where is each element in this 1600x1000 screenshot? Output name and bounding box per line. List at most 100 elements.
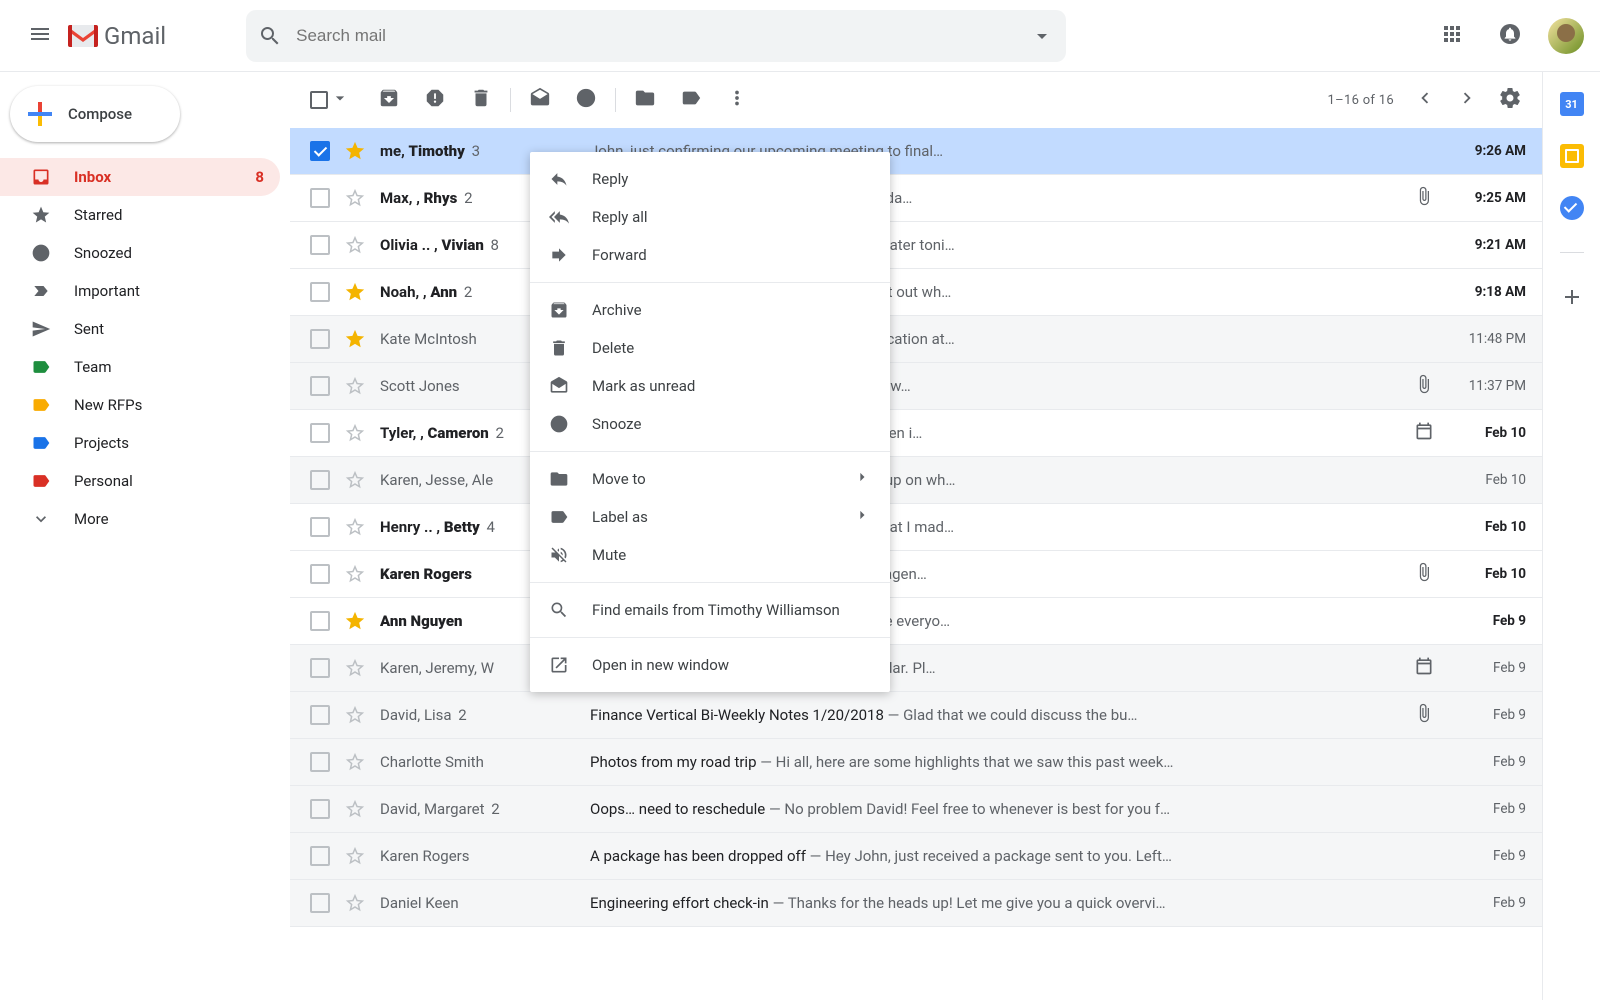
menu-item-reply-all[interactable]: Reply all [530,198,890,236]
row-star[interactable] [344,516,366,538]
sidebar-item-important[interactable]: Important [0,272,280,310]
email-row[interactable]: me, Timothy 3John, just confirming our u… [290,128,1542,175]
chevron-left-icon [1414,87,1436,109]
more-button[interactable] [726,87,748,113]
calendar-app-button[interactable]: 31 [1560,92,1584,116]
search-options-dropdown-icon[interactable] [1030,24,1054,48]
row-checkbox[interactable] [310,564,330,584]
sidebar-item-inbox[interactable]: Inbox8 [0,158,280,196]
email-row[interactable]: Daniel KeenEngineering effort check-in —… [290,880,1542,927]
email-row[interactable]: Karen, Jesse, Aleavailable I slotted som… [290,457,1542,504]
row-checkbox[interactable] [310,235,330,255]
row-checkbox[interactable] [310,517,330,537]
row-star[interactable] [344,187,366,209]
sidebar-item-projects[interactable]: Projects [0,424,280,462]
row-star[interactable] [344,469,366,491]
newer-button[interactable] [1414,87,1436,113]
email-row[interactable]: Olivia .. , Vivian 8 — Sounds like a pla… [290,222,1542,269]
row-star[interactable] [344,657,366,679]
search-bar[interactable] [246,10,1066,62]
row-subject: Photos from my road trip — Hi all, here … [590,753,1446,771]
settings-button[interactable] [1498,86,1522,114]
row-star[interactable] [344,422,366,444]
spam-button[interactable] [424,87,446,113]
snooze-button[interactable] [575,87,597,113]
menu-item-delete[interactable]: Delete [530,329,890,367]
menu-item-mute[interactable]: Mute [530,536,890,574]
email-row[interactable]: Scott Jones — Our budget last year for v… [290,363,1542,410]
menu-item-mark-as-unread[interactable]: Mark as unread [530,367,890,405]
email-row[interactable]: David, Margaret 2Oops… need to reschedul… [290,786,1542,833]
email-row[interactable]: Karen Rogerss year — Glad that we got th… [290,551,1542,598]
notifications-button[interactable] [1492,16,1528,56]
row-star[interactable] [344,845,366,867]
menu-item-archive[interactable]: Archive [530,291,890,329]
menu-item-snooze[interactable]: Snooze [530,405,890,443]
menu-item-move-to[interactable]: Move to [530,460,890,498]
row-checkbox[interactable] [310,376,330,396]
search-input[interactable] [296,26,1030,46]
mark-read-button[interactable] [529,87,551,113]
email-row[interactable]: Karen, Jeremy, W@ Dec 1, 2017 3pm - 4pm … [290,645,1542,692]
row-star[interactable] [344,328,366,350]
sidebar-item-new-rfps[interactable]: New RFPs [0,386,280,424]
row-checkbox[interactable] [310,799,330,819]
main-menu-button[interactable] [16,10,64,62]
row-star[interactable] [344,140,366,162]
row-checkbox[interactable] [310,611,330,631]
sidebar-item-snoozed[interactable]: Snoozed [0,234,280,272]
row-checkbox[interactable] [310,141,330,161]
row-checkbox[interactable] [310,329,330,349]
archive-button[interactable] [378,87,400,113]
delete-button[interactable] [470,87,492,113]
row-checkbox[interactable] [310,470,330,490]
sidebar-item-starred[interactable]: Starred [0,196,280,234]
tasks-app-button[interactable] [1560,196,1584,220]
menu-item-find-emails-from-timothy-williamson[interactable]: Find emails from Timothy Williamson [530,591,890,629]
email-row[interactable]: Tyler, , Cameron 2Feb 5, 2018 2:00pm - 3… [290,410,1542,457]
row-star[interactable] [344,610,366,632]
row-star[interactable] [344,281,366,303]
move-to-button[interactable] [634,87,656,113]
labels-button[interactable] [680,87,702,113]
row-checkbox[interactable] [310,846,330,866]
sidebar-item-personal[interactable]: Personal [0,462,280,500]
menu-item-label-as[interactable]: Label as [530,498,890,536]
keep-app-button[interactable] [1560,144,1584,168]
google-apps-button[interactable] [1432,14,1472,58]
row-checkbox[interactable] [310,658,330,678]
row-checkbox[interactable] [310,188,330,208]
email-row[interactable]: Karen RogersA package has been dropped o… [290,833,1542,880]
email-row[interactable]: Noah, , Ann 2 — Yeah I completely agree.… [290,269,1542,316]
select-all-checkbox[interactable] [310,88,350,112]
gmail-logo[interactable]: Gmail [68,22,166,50]
email-row[interactable]: David, Lisa 2Finance Vertical Bi-Weekly … [290,692,1542,739]
sidebar-item-team[interactable]: Team [0,348,280,386]
row-star[interactable] [344,375,366,397]
row-checkbox[interactable] [310,423,330,443]
email-row[interactable]: Max, , Rhys 2 — Hi John, can you please … [290,175,1542,222]
account-avatar[interactable] [1548,18,1584,54]
email-row[interactable]: Ann Nguyente across Horizontals, Vertica… [290,598,1542,645]
row-checkbox[interactable] [310,282,330,302]
email-row[interactable]: Henry .. , Betty 4e proposal — Take a lo… [290,504,1542,551]
row-star[interactable] [344,234,366,256]
row-star[interactable] [344,892,366,914]
sidebar-item-more[interactable]: More [0,500,280,538]
menu-item-forward[interactable]: Forward [530,236,890,274]
menu-item-reply[interactable]: Reply [530,160,890,198]
row-star[interactable] [344,798,366,820]
get-addons-button[interactable] [1560,285,1584,309]
row-checkbox[interactable] [310,752,330,772]
row-star[interactable] [344,563,366,585]
email-row[interactable]: Charlotte SmithPhotos from my road trip … [290,739,1542,786]
row-star[interactable] [344,704,366,726]
row-checkbox[interactable] [310,705,330,725]
email-row[interactable]: Kate McIntoshder has been confirmed for … [290,316,1542,363]
menu-item-open-in-new-window[interactable]: Open in new window [530,646,890,684]
row-checkbox[interactable] [310,893,330,913]
sidebar-item-sent[interactable]: Sent [0,310,280,348]
compose-button[interactable]: Compose [10,86,180,142]
row-star[interactable] [344,751,366,773]
older-button[interactable] [1456,87,1478,113]
